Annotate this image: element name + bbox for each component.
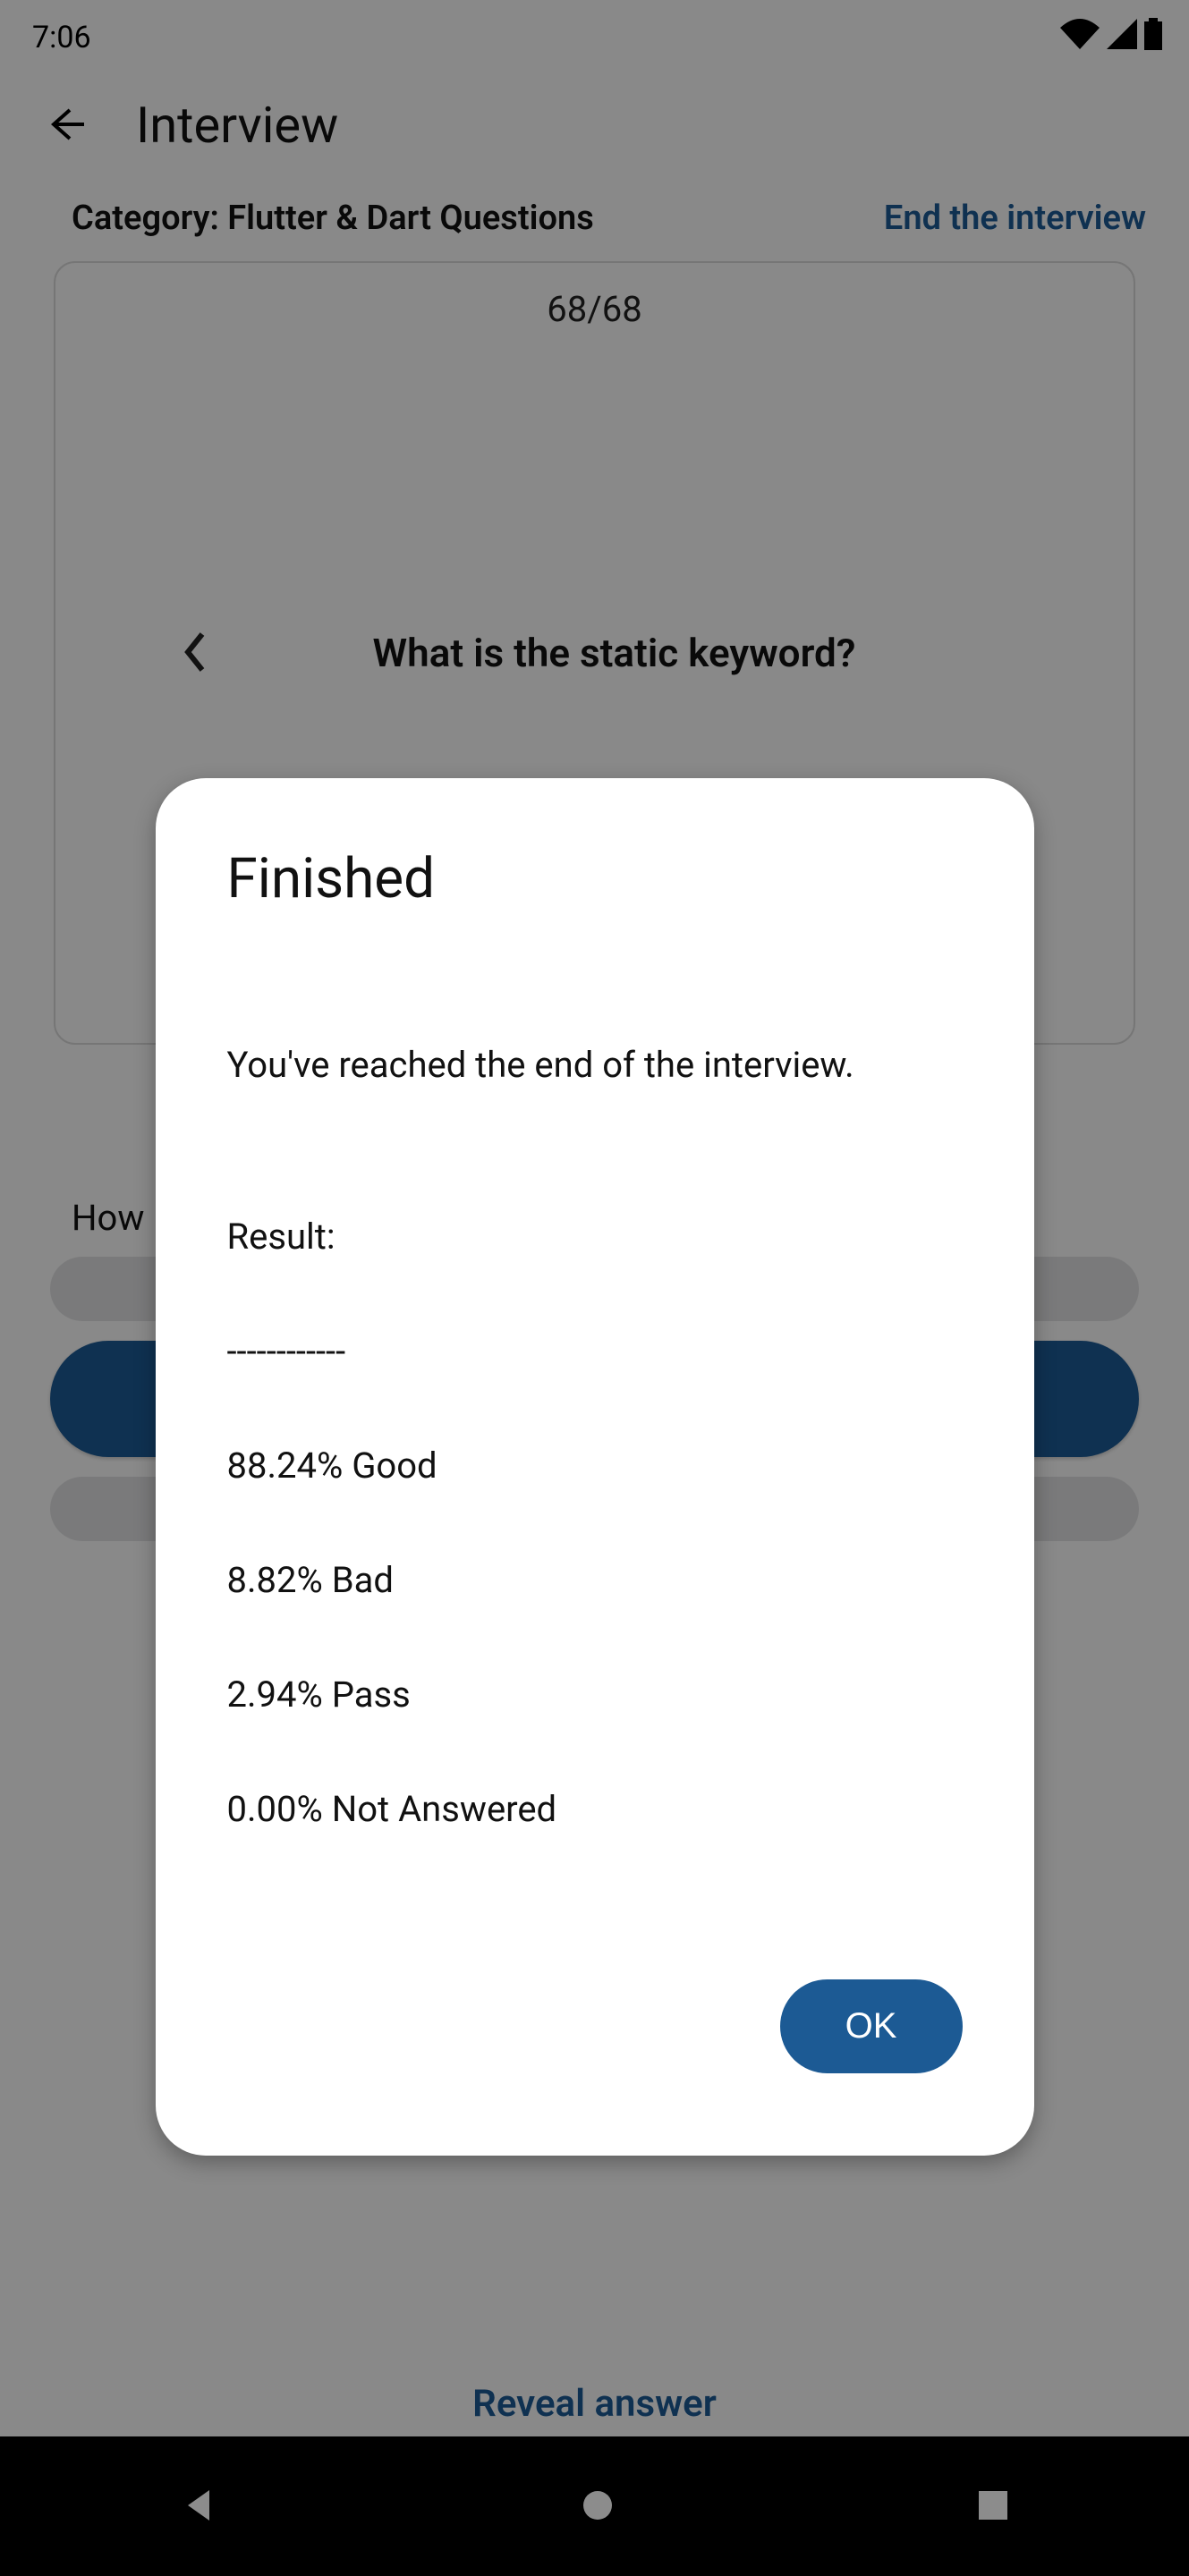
dialog-result-heading: Result: <box>227 1208 963 1266</box>
dialog-divider: ------------ <box>227 1323 963 1380</box>
modal-overlay: Finished You've reached the end of the i… <box>0 0 1189 2576</box>
result-bad: 8.82% Bad <box>227 1552 963 1609</box>
dialog-title: Finished <box>227 846 963 911</box>
result-na: 0.00% Not Answered <box>227 1781 963 1838</box>
dialog-body: You've reached the end of the interview.… <box>227 979 963 1895</box>
result-good: 88.24% Good <box>227 1437 963 1495</box>
result-pass: 2.94% Pass <box>227 1666 963 1724</box>
finished-dialog: Finished You've reached the end of the i… <box>156 778 1034 2156</box>
ok-button[interactable]: OK <box>780 1979 963 2073</box>
dialog-message: You've reached the end of the interview. <box>227 1037 963 1094</box>
